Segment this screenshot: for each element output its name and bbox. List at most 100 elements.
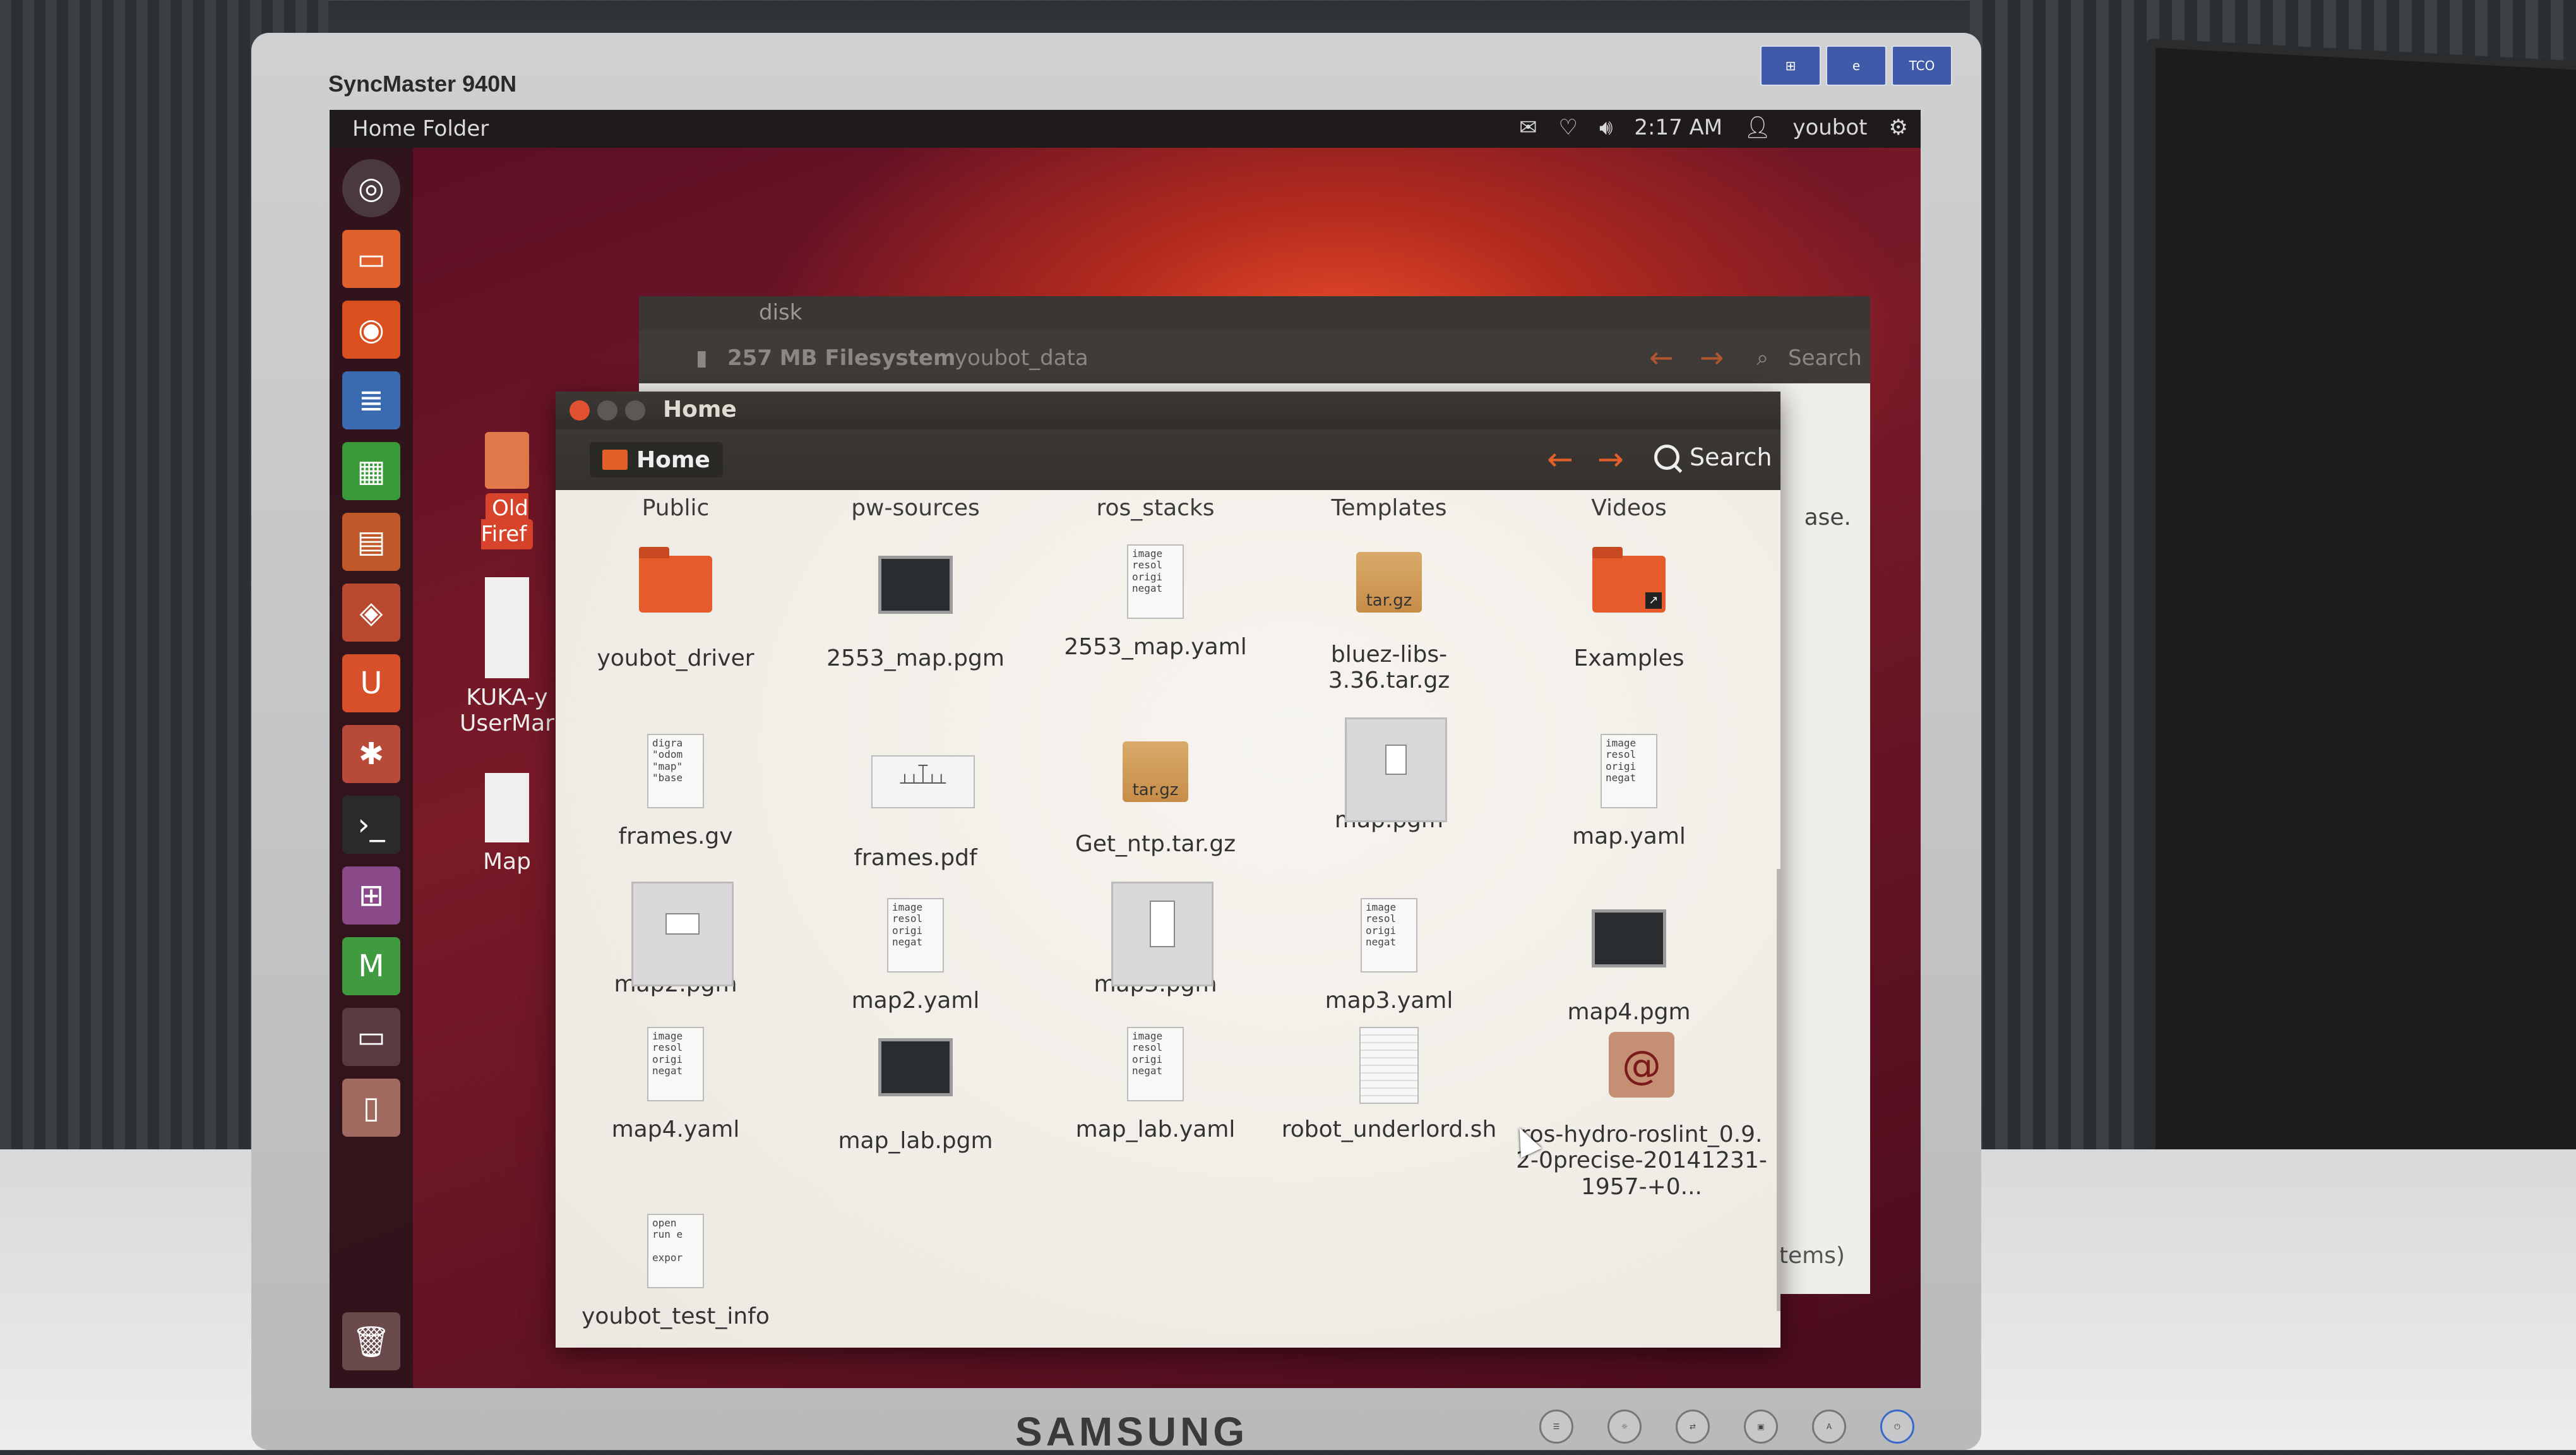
user-name[interactable]: youbot [1792,115,1867,140]
home-file-manager-window[interactable]: Home Home ← → Search Public pw-sources r… [556,392,1780,1348]
window-titlebar: Home [556,392,1780,429]
file-item[interactable]: ↗ Examples [1515,541,1743,671]
debian-package-icon: @ [1597,1032,1686,1114]
file-name: Examples [1573,645,1685,671]
text-file-icon: image resol origi negat [871,898,960,980]
brightness-button-icon[interactable]: ☼ [1607,1410,1642,1444]
text-file-icon: image resol origi negat [1585,734,1673,816]
minimize-icon[interactable] [597,400,617,421]
volume-icon[interactable]: 🔊︎ [1599,115,1613,140]
disk-window-titlebar: disk [639,296,1870,330]
file-name: robot_underlord.sh [1281,1117,1497,1142]
badge-energy-icon: e [1826,45,1887,86]
disk-search-label[interactable]: Search [1788,345,1862,371]
file-item[interactable]: image resol origi negat map.yaml [1515,730,1743,849]
file-item[interactable]: map4.pgm [1515,894,1743,1025]
settings-launcher-icon[interactable]: ✱ [342,725,400,783]
folder-label-ros-stacks[interactable]: ros_stacks [1042,495,1269,521]
disk-location-secondary[interactable]: youbot_data [955,345,1088,371]
forward-arrow-icon[interactable]: → [1597,441,1624,477]
file-name: bluez-libs-3.36.tar.gz [1328,642,1450,694]
text-file-icon: digra "odom "map" "base [631,734,720,816]
file-item[interactable]: tar.gz bluez-libs-3.36.tar.gz [1275,541,1503,694]
file-item[interactable]: ┬ ┴┴┴┴┴ frames.pdf [802,730,1029,871]
script-file-icon [1345,1027,1433,1109]
disk-window-toolbar: ▮ 257 MB Filesystem youbot_data ← → ⌕ Se… [639,330,1870,383]
disk-location[interactable]: 257 MB Filesystem [727,345,955,371]
file-item[interactable]: tar.gz Get_ntp.tar.gz [1042,730,1269,857]
desktop-icon-kuka-manual[interactable]: KUKA-y UserMar [460,577,554,736]
maximize-icon[interactable] [625,400,645,421]
software-center-launcher-icon[interactable]: ◈ [342,584,400,642]
ubuntu-one-launcher-icon[interactable]: U [342,654,400,712]
desktop-icon-old-firefox[interactable]: Old Firef [460,432,554,549]
monitor-bezel: SyncMaster 940N ⊞ e TCO SAMSUNG ☰ ☼ ⇄ ▣ … [251,33,1981,1454]
close-icon[interactable] [569,400,590,421]
file-grid: Public pw-sources ros_stacks Templates V… [556,490,1780,1348]
back-arrow-icon[interactable]: ← [1547,441,1573,477]
launcher: ◎ ▭ ◉ ≣ ▦ ▤ ◈ U ✱ ›_ ⊞ M ▭ ▯ 🗑︎ [330,148,413,1388]
file-item[interactable]: image resol origi negat map2.yaml [802,894,1029,1014]
file-item[interactable]: image resol origi negat map_lab.yaml [1042,1023,1269,1142]
calc-launcher-icon[interactable]: ▦ [342,442,400,500]
folder-label-public[interactable]: Public [562,495,789,521]
user-icon[interactable]: 👤︎ [1744,115,1771,140]
file-item[interactable]: 2553_map.pgm [802,541,1029,671]
badge-windows-icon: ⊞ [1760,45,1821,86]
file-item[interactable]: map3.pgm [1042,882,1269,997]
file-item[interactable]: map2.pgm [562,882,789,997]
mail-icon[interactable]: ✉ [1519,115,1537,140]
folder-label-videos[interactable]: Videos [1515,495,1743,521]
file-item[interactable]: image resol origi negat map3.yaml [1275,894,1503,1014]
auto-button-icon[interactable]: A [1812,1410,1846,1444]
m-app-launcher-icon[interactable]: M [342,937,400,995]
folder-label-pw-sources[interactable]: pw-sources [802,495,1029,521]
power-gear-icon[interactable]: ⚙ [1889,115,1908,140]
folder-icon [631,547,720,638]
file-item[interactable]: robot_underlord.sh [1275,1023,1503,1142]
input-button-icon[interactable]: ⇄ [1676,1410,1710,1444]
indicator-area: ✉ ♡ 🔊︎ 2:17 AM 👤︎ youbot ⚙ [1519,115,1908,140]
files-launcher-icon[interactable]: ▭ [342,230,400,288]
file-name: map_lab.pgm [838,1128,993,1154]
power-button-icon[interactable]: ⏻ [1880,1410,1914,1444]
workspaces-launcher-icon[interactable]: ⊞ [342,866,400,925]
firefox-launcher-icon[interactable]: ◉ [342,301,400,359]
file-item[interactable]: @ ros-hydro-roslint_0.9.2-0precise-20141… [1515,1023,1768,1200]
desktop-icon-map[interactable]: Map [460,773,554,875]
terminal-launcher-icon[interactable]: ›_ [342,796,400,854]
image-file-icon [871,1038,960,1120]
impress-launcher-icon[interactable]: ▤ [342,513,400,571]
forward-arrow-icon[interactable]: → [1700,340,1724,374]
breadcrumb-home[interactable]: Home [590,442,723,477]
monitor-badges: ⊞ e TCO [1760,45,1952,86]
image-file-icon [1111,882,1213,986]
file-name: map4.pgm [1567,999,1691,1025]
disk-partial-text: ase. [1804,505,1851,530]
writer-launcher-icon[interactable]: ≣ [342,371,400,429]
file-item[interactable]: youbot_driver [562,541,789,671]
text-file-icon: image resol origi negat [1111,1027,1200,1109]
file-item[interactable]: image resol origi negat map4.yaml [562,1023,789,1142]
clock[interactable]: 2:17 AM [1634,115,1722,140]
file-item[interactable]: image resol origi negat 2553_map.yaml [1042,541,1269,660]
search-button[interactable]: Search [1654,443,1772,471]
file-item[interactable]: map.pgm [1275,717,1503,833]
window-app-launcher-icon[interactable]: ▭ [342,1008,400,1066]
file-item[interactable]: digra "odom "map" "base frames.gv [562,730,789,849]
back-arrow-icon[interactable]: ← [1649,340,1674,374]
file-item[interactable]: map_lab.pgm [802,1023,1029,1154]
enter-button-icon[interactable]: ▣ [1744,1410,1778,1444]
image-file-icon [1345,717,1447,822]
usb-drive-launcher-icon[interactable]: ▯ [342,1079,400,1137]
file-item[interactable]: open run e expor youbot_test_info [562,1210,789,1329]
menu-button-icon[interactable]: ☰ [1539,1410,1573,1444]
search-icon [1654,445,1679,470]
network-icon[interactable]: ♡ [1558,115,1577,140]
folder-label-templates[interactable]: Templates [1275,495,1503,521]
folder-icon [485,432,529,489]
search-icon[interactable]: ⌕ [1756,345,1768,371]
trash-launcher-icon[interactable]: 🗑︎ [342,1312,400,1370]
dash-home-icon[interactable]: ◎ [342,159,400,217]
file-name: map_lab.yaml [1075,1117,1236,1142]
